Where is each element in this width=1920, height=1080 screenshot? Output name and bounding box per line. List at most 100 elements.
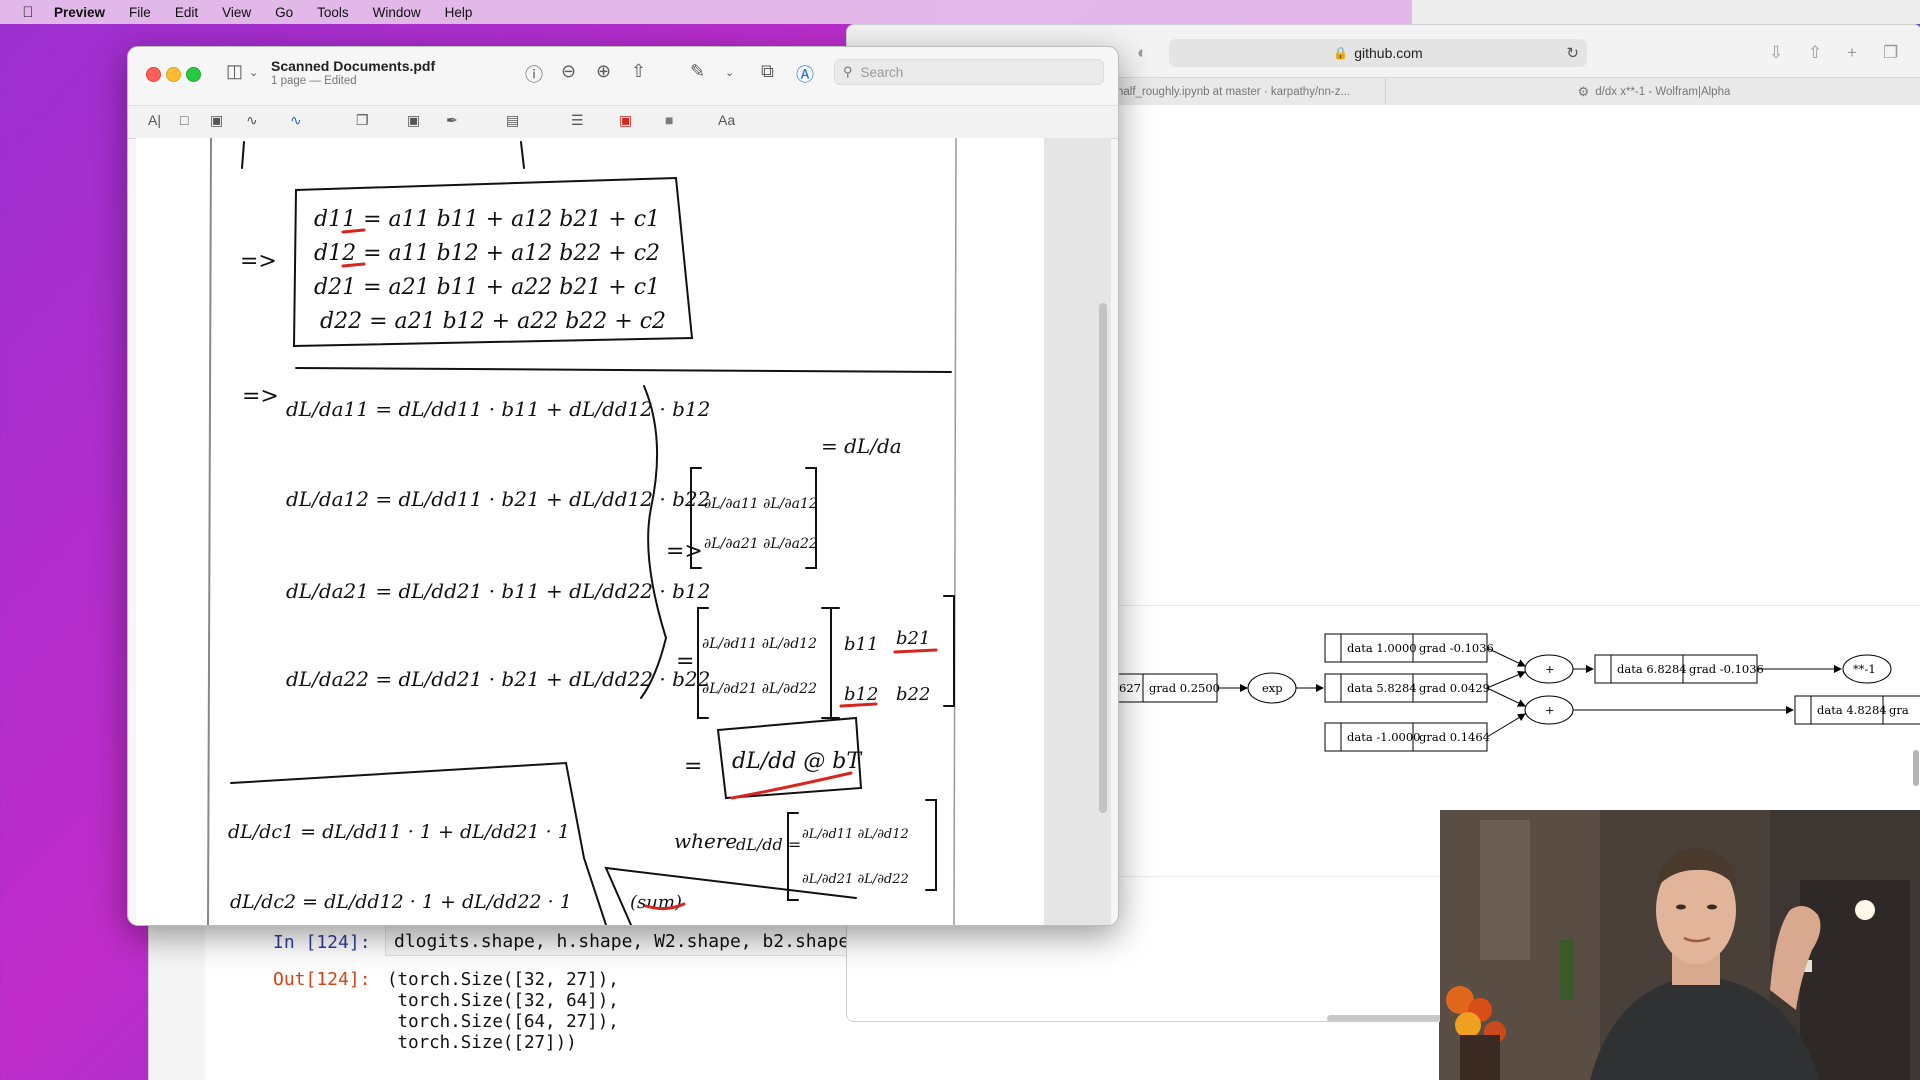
scanned-page: => d11 = a11 b11 + a12 b21 + c1 d12 = a1… <box>136 137 1044 925</box>
menu-app-name[interactable]: Preview <box>40 5 117 20</box>
share-icon[interactable]: ⇧ <box>1808 43 1822 63</box>
where-text: where <box>674 829 737 853</box>
node-grad-text: grad 0.2500 <box>1149 681 1220 695</box>
menu-tools[interactable]: Tools <box>305 5 361 20</box>
markup-toggle-icon[interactable]: Ⓐ <box>796 61 814 87</box>
matrix-label: = dL/da <box>821 434 902 458</box>
apple-icon[interactable]:  <box>16 0 40 24</box>
svg-text:∂L/∂d21 ∂L/∂d22: ∂L/∂d21 ∂L/∂d22 <box>702 681 817 697</box>
node-data-text: data -1.0000 <box>1347 730 1420 744</box>
sign-icon[interactable]: ✒ <box>446 112 458 129</box>
draw-icon[interactable]: ∿ <box>290 112 302 129</box>
equation-line: d21 = a21 b11 + a22 b21 + c1 <box>314 275 660 300</box>
address-bar[interactable]: 🔒 github.com ↻ <box>1169 39 1587 67</box>
minimize-button[interactable] <box>166 67 181 82</box>
svg-text:∂L/∂a21 ∂L/∂a22: ∂L/∂a21 ∂L/∂a22 <box>704 536 818 552</box>
info-icon[interactable]: ⓘ <box>525 61 543 87</box>
node-data-text: data 4.8284 <box>1817 703 1887 717</box>
input-prompt: In [124]: <box>273 932 371 953</box>
menu-view[interactable]: View <box>210 5 263 20</box>
output-line: torch.Size([27])) <box>387 1033 577 1053</box>
svg-text:∂L/∂a11 ∂L/∂a12: ∂L/∂a11 ∂L/∂a12 <box>704 496 818 512</box>
partial-derivative-line: dL/da12 = dL/dd11 · b21 + dL/dd12 · b22 <box>286 487 710 511</box>
equation-line: d22 = a21 b12 + a22 b22 + c2 <box>320 309 666 334</box>
graph-node: 627 grad 0.2500 <box>1112 673 1220 703</box>
rect-select-icon[interactable]: □ <box>180 112 188 128</box>
op-text: + <box>1545 662 1555 676</box>
node-data-text: data 5.8284 <box>1347 681 1417 695</box>
webcam-overlay <box>1440 810 1920 1080</box>
fill-color-icon[interactable]: ■ <box>665 112 673 128</box>
menu-help[interactable]: Help <box>433 5 485 20</box>
document-page-area: => d11 = a11 b11 + a12 b21 + c1 d12 = a1… <box>136 137 1111 925</box>
sidebar-icon[interactable]: ◫ <box>226 61 243 82</box>
tab-label: d/dx x**-1 - Wolfram|Alpha <box>1595 86 1731 98</box>
node-data-text: 627 <box>1119 681 1141 695</box>
instant-alpha-icon[interactable]: ▣ <box>210 112 223 129</box>
address-text: github.com <box>1354 45 1423 61</box>
implies-arrow: => <box>240 249 277 274</box>
op-text: **-1 <box>1853 662 1876 676</box>
graph-node: data 5.8284 grad 0.0429 <box>1324 673 1490 703</box>
zoom-out-icon[interactable]: ⊖ <box>561 61 576 82</box>
c-partial-line: dL/dc1 = dL/dd11 · 1 + dL/dd21 · 1 <box>228 821 570 843</box>
chevron-down-icon[interactable]: ⌄ <box>725 66 734 79</box>
menu-go[interactable]: Go <box>263 5 305 20</box>
handwritten-notes: => d11 = a11 b11 + a12 b21 + c1 d12 = a1… <box>207 137 957 925</box>
where-label: dL/dd = <box>736 835 801 854</box>
op-text: + <box>1545 703 1555 717</box>
svg-text:∂L/∂d11 ∂L/∂d12: ∂L/∂d11 ∂L/∂d12 <box>802 827 909 842</box>
sum-note: (sum) <box>630 892 682 913</box>
gear-icon: ⚙ <box>1577 84 1590 99</box>
new-tab-icon[interactable]: + <box>1847 43 1857 63</box>
tab-notebook[interactable]: half_roughly.ipynb at master · karpathy/… <box>1117 78 1387 106</box>
node-grad-text: grad 0.1464 <box>1419 730 1490 744</box>
scrollbar-thumb[interactable] <box>1099 303 1107 813</box>
op-text: exp <box>1262 681 1283 695</box>
markup-pen-icon[interactable]: ✎ <box>690 61 705 82</box>
tab-label: half_roughly.ipynb at master · karpathy/… <box>1117 86 1351 98</box>
scrollbar-thumb[interactable] <box>1913 750 1919 786</box>
node-data-text: data 1.0000 <box>1347 641 1417 655</box>
cell-output: (torch.Size([32, 27]), torch.Size([32, 6… <box>387 970 619 1054</box>
shield-icon[interactable]: ◐ <box>1137 43 1147 63</box>
svg-text:∂L/∂d11 ∂L/∂d12: ∂L/∂d11 ∂L/∂d12 <box>702 636 817 652</box>
chevron-down-icon[interactable]: ⌄ <box>249 66 258 79</box>
text-style-icon[interactable]: Aa <box>718 112 735 128</box>
zoom-in-icon[interactable]: ⊕ <box>596 61 611 82</box>
text-select-icon[interactable]: A| <box>148 112 161 128</box>
svg-text:b12: b12 <box>844 684 878 705</box>
zoom-button[interactable] <box>186 67 201 82</box>
tab-wolfram[interactable]: ⚙ d/dx x**-1 - Wolfram|Alpha <box>1385 78 1920 106</box>
preview-window: ◫ ⌄ Scanned Documents.pdf 1 page — Edite… <box>127 46 1119 926</box>
note-icon[interactable]: ▤ <box>506 112 519 129</box>
svg-text:=: = <box>676 649 694 674</box>
equation-line: d11 = a11 b11 + a12 b21 + c1 <box>314 207 660 232</box>
shapes-icon[interactable]: ❐ <box>356 112 369 129</box>
menu-edit[interactable]: Edit <box>163 5 210 20</box>
menu-bar-right <box>1412 0 1920 24</box>
node-grad-text: grad 0.0429 <box>1419 681 1490 695</box>
node-grad-text: grad -0.1036 <box>1689 662 1764 676</box>
menu-file[interactable]: File <box>117 5 163 20</box>
preview-titlebar: ◫ ⌄ Scanned Documents.pdf 1 page — Edite… <box>128 47 1118 105</box>
graph-scrollbar[interactable] <box>1911 750 1920 790</box>
text-box-icon[interactable]: ▣ <box>407 112 420 129</box>
border-color-icon[interactable]: ▣ <box>619 112 632 129</box>
tab-overview-icon[interactable]: ❐ <box>1883 43 1898 63</box>
rotate-icon[interactable]: ⧉ <box>761 61 774 82</box>
graph-node: data 4.8284 gra <box>1794 695 1920 725</box>
document-scrollbar[interactable] <box>1099 303 1107 813</box>
search-field[interactable]: ⚲ Search <box>834 59 1104 85</box>
svg-text:=: = <box>684 754 702 779</box>
line-style-icon[interactable]: ☰ <box>571 112 584 129</box>
download-icon[interactable]: ⇩ <box>1769 43 1783 63</box>
share-icon[interactable]: ⇧ <box>631 61 646 82</box>
menu-window[interactable]: Window <box>361 5 433 20</box>
search-placeholder: Search <box>860 64 904 80</box>
close-button[interactable] <box>146 67 161 82</box>
reload-icon[interactable]: ↻ <box>1566 44 1579 62</box>
sketch-icon[interactable]: ∿ <box>246 112 258 129</box>
implies-arrow: => <box>666 539 703 564</box>
implies-arrow: => <box>242 384 279 409</box>
